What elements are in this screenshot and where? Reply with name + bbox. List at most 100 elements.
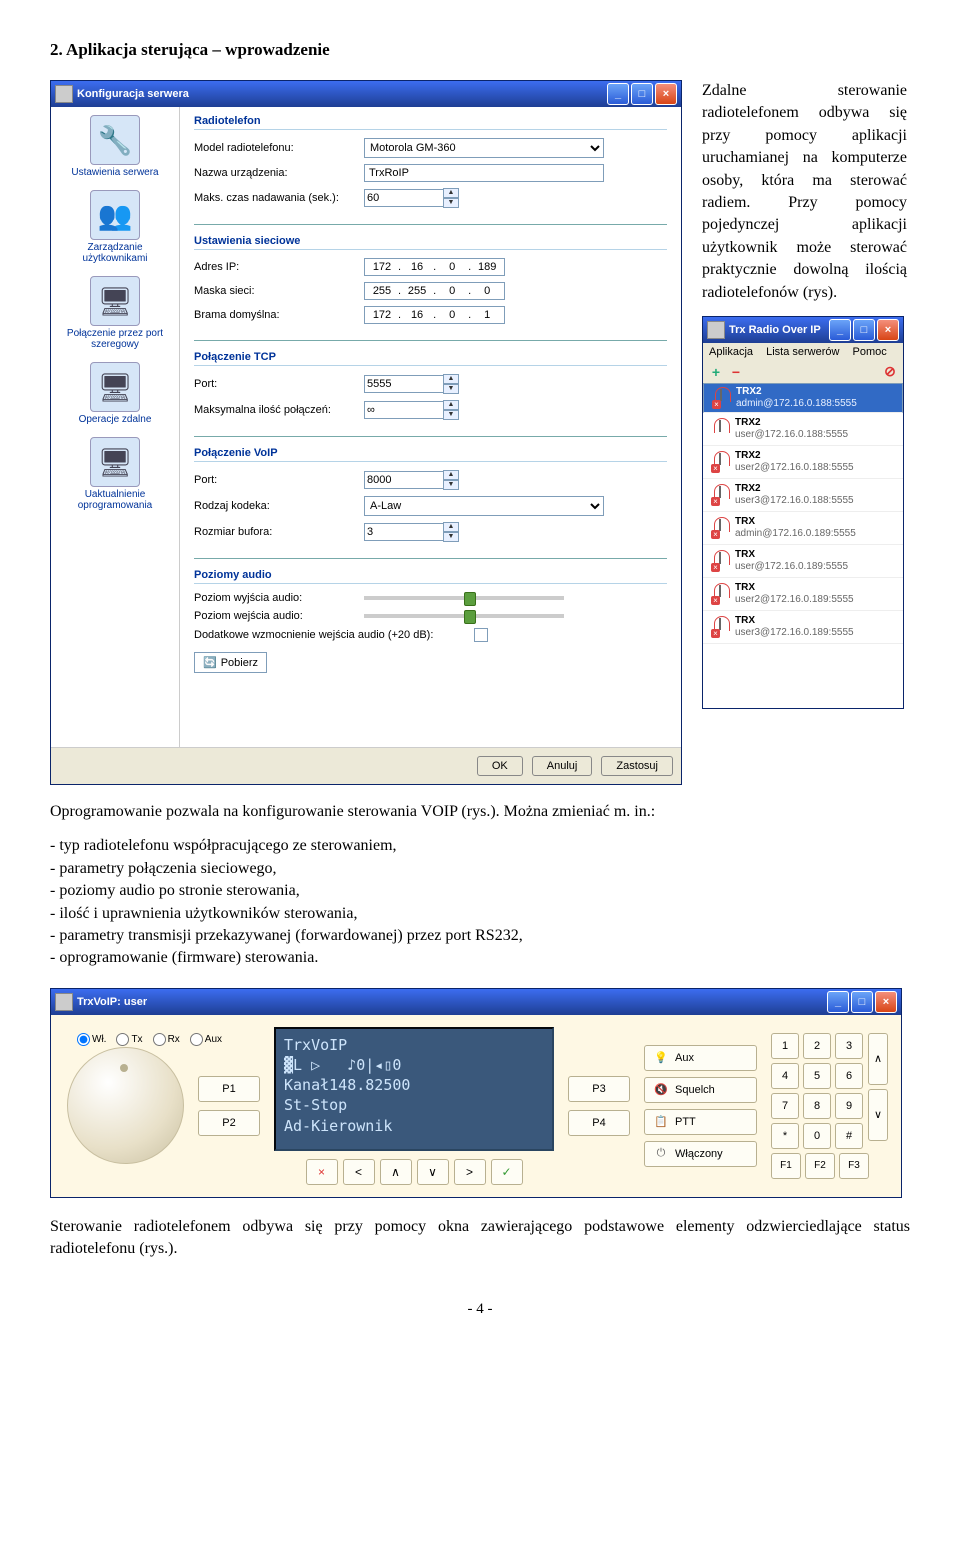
sidebar: 🔧Ustawienia serwera 👥Zarządzanie użytkown… <box>51 107 180 747</box>
radio-wl[interactable]: Wł. <box>77 1033 106 1046</box>
model-select[interactable]: Motorola GM-360 <box>364 138 604 158</box>
sidebar-item-3[interactable]: 🖥Operacje zdalne <box>55 362 175 425</box>
trx-minimize-button[interactable]: _ <box>829 319 851 341</box>
label-tcp-port: Port: <box>194 378 364 390</box>
server-item[interactable]: ×TRXuser2@172.16.0.189:5555 <box>703 578 903 611</box>
trx-menubar: Aplikacja Lista serwerów Pomoc <box>703 343 903 361</box>
sidebar-icon: 🖥 <box>90 437 140 487</box>
codec-select[interactable]: A-Law <box>364 496 604 516</box>
nav-up-button[interactable]: ∧ <box>380 1159 412 1185</box>
ip-input[interactable]: 172.16.0.189 <box>364 258 505 276</box>
server-item[interactable]: ×TRX2admin@172.16.0.188:5555 <box>703 383 903 413</box>
right-button-1[interactable]: 🔇Squelch <box>644 1077 757 1103</box>
keypad-*[interactable]: * <box>771 1123 799 1149</box>
p2-button[interactable]: P2 <box>198 1110 260 1136</box>
keypad-1[interactable]: 1 <box>771 1033 799 1059</box>
trx-title: Trx Radio Over IP <box>729 324 827 336</box>
sidebar-item-4[interactable]: 🖥Uaktualnienie oprogramowania <box>55 437 175 511</box>
label-ip: Adres IP: <box>194 261 364 273</box>
fkey-F1[interactable]: F1 <box>771 1153 801 1179</box>
label-tcp-max: Maksymalna ilość połączeń: <box>194 404 364 416</box>
sidebar-item-1[interactable]: 👥Zarządzanie użytkownikami <box>55 190 175 264</box>
menu-lista[interactable]: Lista serwerów <box>766 346 839 358</box>
fkey-F2[interactable]: F2 <box>805 1153 835 1179</box>
nav-cancel-button[interactable]: × <box>306 1159 338 1185</box>
delete-icon[interactable]: ⊘ <box>882 364 898 380</box>
audio-out-slider[interactable] <box>364 596 564 600</box>
label-gain: Dodatkowe wzmocnienie wejścia audio (+20… <box>194 629 474 641</box>
keypad-7[interactable]: 7 <box>771 1093 799 1119</box>
trx-close-button[interactable]: × <box>877 319 899 341</box>
volume-dial[interactable] <box>67 1047 184 1164</box>
radio-icon: × <box>709 517 731 539</box>
server-item[interactable]: ×TRXuser3@172.16.0.189:5555 <box>703 611 903 644</box>
close-button[interactable]: × <box>655 83 677 105</box>
tcp-port-spinner[interactable]: ▲▼ <box>364 374 459 394</box>
right-button-0[interactable]: 💡Aux <box>644 1045 757 1071</box>
keypad-3[interactable]: 3 <box>835 1033 863 1059</box>
keypad-5[interactable]: 5 <box>803 1063 831 1089</box>
radio-rx[interactable]: Rx <box>153 1033 180 1046</box>
menu-pomoc[interactable]: Pomoc <box>853 346 887 358</box>
add-icon[interactable]: + <box>708 364 724 380</box>
remove-icon[interactable]: − <box>728 364 744 380</box>
minimize-button[interactable]: _ <box>607 83 629 105</box>
ok-button[interactable]: OK <box>477 756 523 776</box>
trx-maximize-button[interactable]: □ <box>853 319 875 341</box>
button-icon: 🔇 <box>653 1082 669 1098</box>
server-item[interactable]: ×TRXadmin@172.16.0.189:5555 <box>703 512 903 545</box>
voip-close-button[interactable]: × <box>875 991 897 1013</box>
label-name: Nazwa urządzenia: <box>194 167 364 179</box>
pobierz-button[interactable]: 🔄 Pobierz <box>194 652 267 673</box>
server-item[interactable]: ×TRX2user2@172.16.0.188:5555 <box>703 446 903 479</box>
keypad-#[interactable]: # <box>835 1123 863 1149</box>
nav-right-button[interactable]: > <box>454 1159 486 1185</box>
mask-input[interactable]: 255.255.0.0 <box>364 282 505 300</box>
label-audio-out: Poziom wyjścia audio: <box>194 592 364 604</box>
right-button-2[interactable]: 📋PTT <box>644 1109 757 1135</box>
gain-checkbox[interactable] <box>474 628 488 642</box>
menu-aplikacja[interactable]: Aplikacja <box>709 346 753 358</box>
keypad-4[interactable]: 4 <box>771 1063 799 1089</box>
radio-icon <box>709 418 731 440</box>
voip-port-spinner[interactable]: ▲▼ <box>364 470 459 490</box>
keypad-2[interactable]: 2 <box>803 1033 831 1059</box>
voip-maximize-button[interactable]: □ <box>851 991 873 1013</box>
apply-button[interactable]: Zastosuj <box>601 756 673 776</box>
gw-input[interactable]: 172.16.0.1 <box>364 306 505 324</box>
keypad-0[interactable]: 0 <box>803 1123 831 1149</box>
buf-spinner[interactable]: ▲▼ <box>364 522 459 542</box>
keypad-8[interactable]: 8 <box>803 1093 831 1119</box>
radio-aux[interactable]: Aux <box>190 1033 222 1046</box>
tx-spinner[interactable]: ▲▼ <box>364 188 459 208</box>
server-item[interactable]: ×TRXuser@172.16.0.189:5555 <box>703 545 903 578</box>
keypad-9[interactable]: 9 <box>835 1093 863 1119</box>
voip-minimize-button[interactable]: _ <box>827 991 849 1013</box>
nav-ok-button[interactable]: ✓ <box>491 1159 523 1185</box>
p3-button[interactable]: P3 <box>568 1076 630 1102</box>
config-main: Radiotelefon Model radiotelefonu: Motoro… <box>180 107 681 747</box>
fkey-F3[interactable]: F3 <box>839 1153 869 1179</box>
voip-title: TrxVoIP: user <box>77 996 825 1008</box>
right-button-3[interactable]: ⏻Włączony <box>644 1141 757 1167</box>
server-item[interactable]: TRX2user@172.16.0.188:5555 <box>703 413 903 446</box>
server-item[interactable]: ×TRX2user3@172.16.0.188:5555 <box>703 479 903 512</box>
key-down[interactable]: ∨ <box>868 1089 888 1141</box>
maximize-button[interactable]: □ <box>631 83 653 105</box>
nav-left-button[interactable]: < <box>343 1159 375 1185</box>
p1-button[interactable]: P1 <box>198 1076 260 1102</box>
cancel-button[interactable]: Anuluj <box>532 756 593 776</box>
config-window: Konfiguracja serwera _ □ × 🔧Ustawienia s… <box>50 80 682 785</box>
nav-down-button[interactable]: ∨ <box>417 1159 449 1185</box>
key-up[interactable]: ∧ <box>868 1033 888 1085</box>
p4-button[interactable]: P4 <box>568 1110 630 1136</box>
sidebar-item-0[interactable]: 🔧Ustawienia serwera <box>55 115 175 178</box>
keypad-6[interactable]: 6 <box>835 1063 863 1089</box>
tcp-max-spinner[interactable]: ▲▼ <box>364 400 459 420</box>
para-3: Sterowanie radiotelefonem odbywa się prz… <box>50 1216 910 1261</box>
radio-tx[interactable]: Tx <box>116 1033 142 1046</box>
section-title: 2. Aplikacja sterująca – wprowadzenie <box>50 40 910 60</box>
name-input[interactable] <box>364 164 604 182</box>
audio-in-slider[interactable] <box>364 614 564 618</box>
sidebar-item-2[interactable]: 🖥Połączenie przez port szeregowy <box>55 276 175 350</box>
